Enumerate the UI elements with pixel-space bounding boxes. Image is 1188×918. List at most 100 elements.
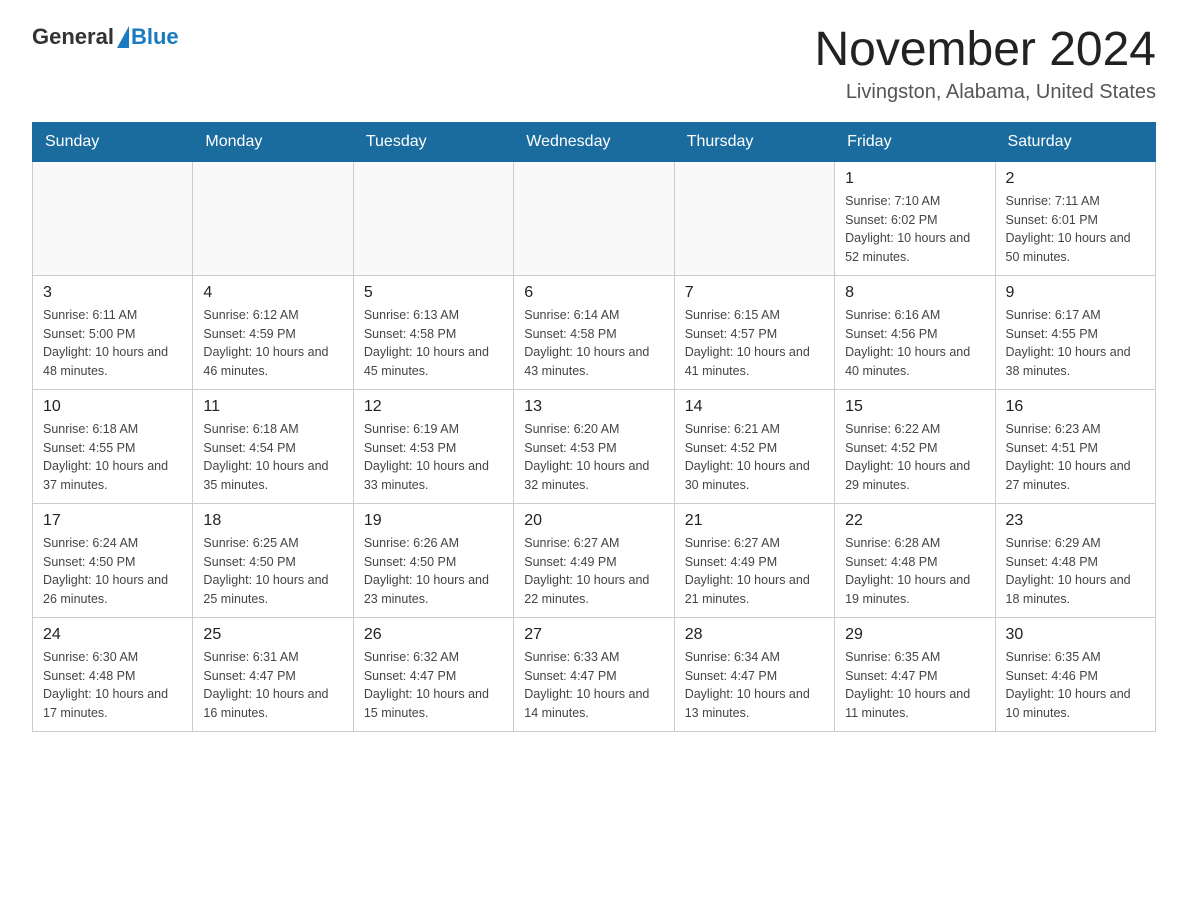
day-info: Sunrise: 6:20 AMSunset: 4:53 PMDaylight:…: [524, 420, 663, 495]
day-info: Sunrise: 6:18 AMSunset: 4:55 PMDaylight:…: [43, 420, 182, 495]
calendar-cell: 25 Sunrise: 6:31 AMSunset: 4:47 PMDayligh…: [193, 617, 353, 731]
week-row-1: 1Sunrise: 7:10 AMSunset: 6:02 PMDaylight…: [33, 161, 1156, 275]
day-info: Sunrise: 7:11 AMSunset: 6:01 PMDaylight:…: [1006, 192, 1145, 267]
weekday-header-thursday: Thursday: [674, 122, 834, 161]
day-info: Sunrise: 6:34 AMSunset: 4:47 PMDaylight:…: [685, 648, 824, 723]
calendar-cell: [353, 161, 513, 275]
day-number: 12: [364, 398, 503, 416]
day-number: 19: [364, 512, 503, 530]
day-number: 8: [845, 284, 984, 302]
calendar-cell: 14 Sunrise: 6:21 AMSunset: 4:52 PMDayligh…: [674, 389, 834, 503]
calendar-cell: 28 Sunrise: 6:34 AMSunset: 4:47 PMDayligh…: [674, 617, 834, 731]
calendar-cell: 22Sunrise: 6:28 AMSunset: 4:48 PMDayligh…: [835, 503, 995, 617]
calendar-table: SundayMondayTuesdayWednesdayThursdayFrid…: [32, 122, 1156, 732]
calendar-cell: 26Sunrise: 6:32 AMSunset: 4:47 PMDayligh…: [353, 617, 513, 731]
day-info: Sunrise: 6:28 AMSunset: 4:48 PMDaylight:…: [845, 534, 984, 609]
day-number: 24: [43, 626, 182, 644]
day-info: Sunrise: 6:22 AMSunset: 4:52 PMDaylight:…: [845, 420, 984, 495]
logo-triangle-icon: [117, 26, 129, 48]
calendar-cell: 5 Sunrise: 6:13 AMSunset: 4:58 PMDaylight…: [353, 275, 513, 389]
calendar-cell: 15 Sunrise: 6:22 AMSunset: 4:52 PMDayligh…: [835, 389, 995, 503]
weekday-header-saturday: Saturday: [995, 122, 1155, 161]
day-number: 2: [1006, 170, 1145, 188]
calendar-cell: [193, 161, 353, 275]
day-info: Sunrise: 6:17 AMSunset: 4:55 PMDaylight:…: [1006, 306, 1145, 381]
day-number: 17: [43, 512, 182, 530]
day-number: 18: [203, 512, 342, 530]
day-number: 23: [1006, 512, 1145, 530]
day-number: 15: [845, 398, 984, 416]
day-info: Sunrise: 6:16 AMSunset: 4:56 PMDaylight:…: [845, 306, 984, 381]
calendar-cell: 29 Sunrise: 6:35 AMSunset: 4:47 PMDayligh…: [835, 617, 995, 731]
location-subtitle: Livingston, Alabama, United States: [814, 81, 1156, 104]
day-info: Sunrise: 6:11 AMSunset: 5:00 PMDaylight:…: [43, 306, 182, 381]
day-info: Sunrise: 7:10 AMSunset: 6:02 PMDaylight:…: [845, 192, 984, 267]
calendar-cell: 11Sunrise: 6:18 AMSunset: 4:54 PMDayligh…: [193, 389, 353, 503]
calendar-cell: 7Sunrise: 6:15 AMSunset: 4:57 PMDaylight…: [674, 275, 834, 389]
weekday-header-wednesday: Wednesday: [514, 122, 674, 161]
day-number: 5: [364, 284, 503, 302]
day-number: 29: [845, 626, 984, 644]
day-number: 3: [43, 284, 182, 302]
weekday-header-tuesday: Tuesday: [353, 122, 513, 161]
day-number: 28: [685, 626, 824, 644]
day-info: Sunrise: 6:30 AMSunset: 4:48 PMDaylight:…: [43, 648, 182, 723]
weekday-header-monday: Monday: [193, 122, 353, 161]
day-info: Sunrise: 6:24 AMSunset: 4:50 PMDaylight:…: [43, 534, 182, 609]
day-info: Sunrise: 6:27 AMSunset: 4:49 PMDaylight:…: [685, 534, 824, 609]
calendar-cell: 2 Sunrise: 7:11 AMSunset: 6:01 PMDaylight…: [995, 161, 1155, 275]
day-info: Sunrise: 6:14 AMSunset: 4:58 PMDaylight:…: [524, 306, 663, 381]
calendar-cell: 27Sunrise: 6:33 AMSunset: 4:47 PMDayligh…: [514, 617, 674, 731]
day-info: Sunrise: 6:27 AMSunset: 4:49 PMDaylight:…: [524, 534, 663, 609]
day-number: 14: [685, 398, 824, 416]
calendar-cell: [514, 161, 674, 275]
calendar-cell: 9 Sunrise: 6:17 AMSunset: 4:55 PMDaylight…: [995, 275, 1155, 389]
week-row-2: 3 Sunrise: 6:11 AMSunset: 5:00 PMDaylight…: [33, 275, 1156, 389]
day-number: 21: [685, 512, 824, 530]
page-header: General Blue November 2024 Livingston, A…: [32, 24, 1156, 104]
calendar-cell: [674, 161, 834, 275]
day-number: 25: [203, 626, 342, 644]
day-info: Sunrise: 6:29 AMSunset: 4:48 PMDaylight:…: [1006, 534, 1145, 609]
calendar-cell: 24 Sunrise: 6:30 AMSunset: 4:48 PMDayligh…: [33, 617, 193, 731]
calendar-cell: 3 Sunrise: 6:11 AMSunset: 5:00 PMDaylight…: [33, 275, 193, 389]
logo-blue-text: Blue: [131, 24, 179, 50]
day-info: Sunrise: 6:33 AMSunset: 4:47 PMDaylight:…: [524, 648, 663, 723]
title-section: November 2024 Livingston, Alabama, Unite…: [814, 24, 1156, 104]
day-info: Sunrise: 6:35 AMSunset: 4:47 PMDaylight:…: [845, 648, 984, 723]
day-number: 11: [203, 398, 342, 416]
calendar-cell: 10 Sunrise: 6:18 AMSunset: 4:55 PMDayligh…: [33, 389, 193, 503]
logo-general-text: General: [32, 24, 114, 50]
day-info: Sunrise: 6:23 AMSunset: 4:51 PMDaylight:…: [1006, 420, 1145, 495]
calendar-cell: 20 Sunrise: 6:27 AMSunset: 4:49 PMDayligh…: [514, 503, 674, 617]
calendar-cell: 30Sunrise: 6:35 AMSunset: 4:46 PMDayligh…: [995, 617, 1155, 731]
day-info: Sunrise: 6:21 AMSunset: 4:52 PMDaylight:…: [685, 420, 824, 495]
weekday-header-row: SundayMondayTuesdayWednesdayThursdayFrid…: [33, 122, 1156, 161]
day-number: 16: [1006, 398, 1145, 416]
day-info: Sunrise: 6:13 AMSunset: 4:58 PMDaylight:…: [364, 306, 503, 381]
calendar-cell: 4Sunrise: 6:12 AMSunset: 4:59 PMDaylight…: [193, 275, 353, 389]
week-row-5: 24 Sunrise: 6:30 AMSunset: 4:48 PMDayligh…: [33, 617, 1156, 731]
day-number: 6: [524, 284, 663, 302]
day-info: Sunrise: 6:15 AMSunset: 4:57 PMDaylight:…: [685, 306, 824, 381]
week-row-3: 10 Sunrise: 6:18 AMSunset: 4:55 PMDayligh…: [33, 389, 1156, 503]
calendar-cell: 6 Sunrise: 6:14 AMSunset: 4:58 PMDaylight…: [514, 275, 674, 389]
calendar-cell: [33, 161, 193, 275]
day-info: Sunrise: 6:26 AMSunset: 4:50 PMDaylight:…: [364, 534, 503, 609]
calendar-cell: 12 Sunrise: 6:19 AMSunset: 4:53 PMDayligh…: [353, 389, 513, 503]
calendar-cell: 18 Sunrise: 6:25 AMSunset: 4:50 PMDayligh…: [193, 503, 353, 617]
day-number: 9: [1006, 284, 1145, 302]
day-info: Sunrise: 6:19 AMSunset: 4:53 PMDaylight:…: [364, 420, 503, 495]
day-number: 20: [524, 512, 663, 530]
calendar-cell: 23 Sunrise: 6:29 AMSunset: 4:48 PMDayligh…: [995, 503, 1155, 617]
day-info: Sunrise: 6:31 AMSunset: 4:47 PMDaylight:…: [203, 648, 342, 723]
calendar-cell: 17 Sunrise: 6:24 AMSunset: 4:50 PMDayligh…: [33, 503, 193, 617]
day-info: Sunrise: 6:25 AMSunset: 4:50 PMDaylight:…: [203, 534, 342, 609]
weekday-header-friday: Friday: [835, 122, 995, 161]
weekday-header-sunday: Sunday: [33, 122, 193, 161]
calendar-cell: 19 Sunrise: 6:26 AMSunset: 4:50 PMDayligh…: [353, 503, 513, 617]
week-row-4: 17 Sunrise: 6:24 AMSunset: 4:50 PMDayligh…: [33, 503, 1156, 617]
calendar-cell: 8 Sunrise: 6:16 AMSunset: 4:56 PMDaylight…: [835, 275, 995, 389]
calendar-cell: 16 Sunrise: 6:23 AMSunset: 4:51 PMDayligh…: [995, 389, 1155, 503]
day-number: 10: [43, 398, 182, 416]
